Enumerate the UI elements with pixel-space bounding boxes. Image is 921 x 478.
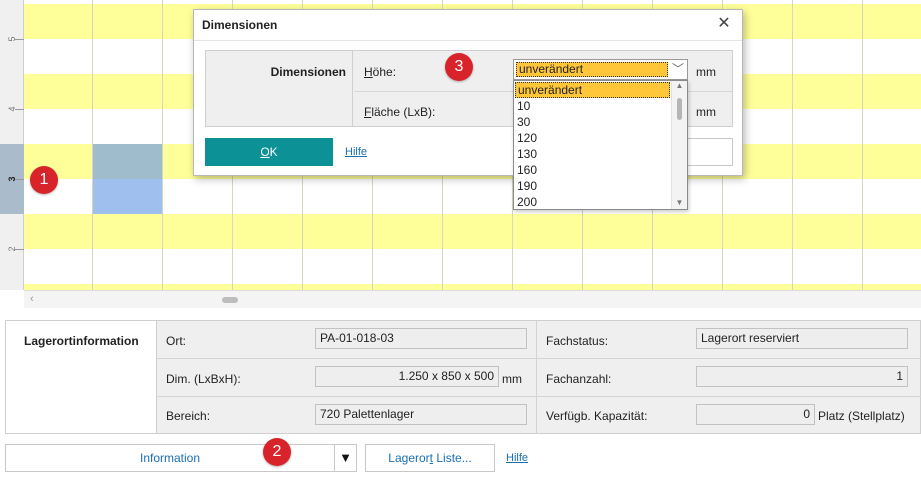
grid-cell-selected[interactable] <box>93 179 162 214</box>
dimensions-unit: mm <box>502 372 522 386</box>
caret-down-icon[interactable]: ▼ <box>335 444 357 472</box>
height-label: Höhe: <box>364 65 397 79</box>
dialog-title: Dimensionen <box>202 18 278 32</box>
fachstatus-label: Fachstatus: <box>546 334 609 348</box>
height-dropdown-list[interactable]: unverändert 10 30 120 130 160 190 200 ▲ … <box>513 80 688 210</box>
location-list-button[interactable]: Lagerort Liste... <box>365 444 495 472</box>
divider <box>157 358 921 359</box>
capacity-label: Verfügb. Kapazität: <box>546 409 648 423</box>
scroll-up-icon[interactable]: ▲ <box>672 81 687 90</box>
row-label: 5 <box>7 36 17 42</box>
area-unit: mm <box>696 105 716 119</box>
scrollbar-thumb[interactable] <box>677 98 682 120</box>
capacity-field: 0 <box>696 404 815 425</box>
dropdown-option[interactable]: 10 <box>515 98 670 114</box>
capacity-unit: Platz (Stellplatz) <box>818 409 905 423</box>
divider <box>536 321 537 433</box>
location-info-panel: Lagerortinformation Ort: PA-01-018-03 Di… <box>5 320 921 434</box>
divider <box>194 40 742 41</box>
horizontal-scrollbar[interactable]: ‹ <box>24 290 921 308</box>
row-label-selected: 3 <box>7 176 17 182</box>
dimensions-field: 1.250 x 850 x 500 <box>315 366 499 387</box>
step-badge-1: 1 <box>30 166 58 194</box>
panel-title: Lagerortinformation <box>24 334 139 348</box>
dropdown-option[interactable]: 120 <box>515 130 670 146</box>
grid-row-band <box>24 214 921 249</box>
dropdown-option[interactable]: 200 <box>515 194 670 209</box>
divider <box>157 396 921 397</box>
panel-title-cell: Lagerortinformation <box>6 321 157 433</box>
row-label: 4 <box>7 106 17 112</box>
dropdown-option[interactable]: 190 <box>515 178 670 194</box>
dropdown-option[interactable]: 160 <box>515 162 670 178</box>
bereich-label: Bereich: <box>166 409 211 423</box>
fachanzahl-label: Fachanzahl: <box>546 372 612 386</box>
section-label-cell: Dimensionen <box>206 51 353 126</box>
bereich-field: 720 Palettenlager <box>315 404 527 425</box>
height-unit: mm <box>696 65 716 79</box>
height-select-value: unverändert <box>516 62 668 77</box>
chevron-down-icon[interactable]: ﹀ <box>669 60 687 79</box>
grid-column-line <box>162 0 163 290</box>
step-badge-2: 2 <box>263 438 291 466</box>
ok-button[interactable]: OK <box>205 138 333 166</box>
area-label: Fläche (LxB): <box>364 105 436 119</box>
dropdown-scrollbar[interactable]: ▲ ▼ <box>671 81 687 209</box>
grid-cell-selected[interactable] <box>93 144 162 179</box>
fachanzahl-field: 1 <box>696 366 908 387</box>
help-link[interactable]: Hilfe <box>506 452 528 464</box>
dropdown-option[interactable]: 130 <box>515 146 670 162</box>
grid-column-line <box>862 0 863 290</box>
dimensions-label: Dim. (LxBxH): <box>166 372 241 386</box>
ort-label: Ort: <box>166 334 186 348</box>
row-label: 2 <box>7 246 17 252</box>
grid-column-line <box>792 0 793 290</box>
step-badge-3: 3 <box>445 53 473 81</box>
dropdown-option[interactable]: 30 <box>515 114 670 130</box>
grid-row-band <box>24 249 921 284</box>
scroll-left-icon[interactable]: ‹ <box>30 293 34 305</box>
scrollbar-thumb[interactable] <box>222 297 238 303</box>
dropdown-option[interactable]: unverändert <box>515 82 670 98</box>
ort-field: PA-01-018-03 <box>315 328 527 349</box>
fachstatus-field: Lagerort reserviert <box>696 328 908 349</box>
row-ruler: 5 4 3 2 <box>0 0 24 290</box>
section-label: Dimensionen <box>270 65 346 79</box>
scroll-down-icon[interactable]: ▼ <box>672 198 687 207</box>
close-icon[interactable]: ✕ <box>714 14 734 34</box>
height-select[interactable]: unverändert ﹀ <box>513 59 688 80</box>
help-link[interactable]: Hilfe <box>345 146 367 158</box>
